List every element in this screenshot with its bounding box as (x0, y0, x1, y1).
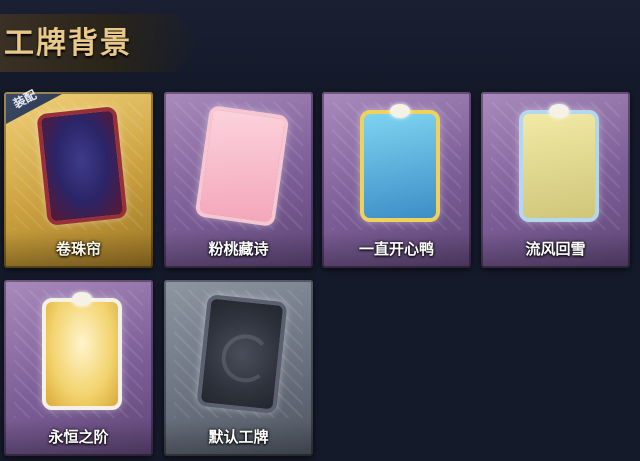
card-liufenghuixue[interactable]: 流风回雪 (481, 92, 630, 268)
wing-top-decoration (72, 292, 92, 306)
duck-head-decoration (390, 104, 410, 118)
card-label: 粉桃藏诗 (208, 240, 269, 258)
card-art-peach (194, 104, 290, 228)
card-fentaocangshi[interactable]: 粉桃藏诗 (164, 92, 313, 268)
card-juanzhulian[interactable]: 装配 卷珠帘 (4, 87, 153, 268)
card-yizhikaixinya[interactable]: 一直开心鸭 (322, 92, 471, 268)
card-label: 卷珠帘 (55, 240, 101, 258)
card-art-default (196, 294, 288, 414)
card-art-duck (360, 104, 440, 222)
card-art-snow (519, 104, 599, 222)
card-label: 流风回雪 (525, 240, 586, 258)
card-morengongpai[interactable]: 默认工牌 (164, 280, 313, 456)
card-label: 一直开心鸭 (358, 240, 434, 258)
snow-top-decoration (549, 104, 569, 118)
page-title: 工牌背景 (4, 26, 132, 61)
card-art-eternal (42, 292, 122, 410)
header: 工牌背景 (0, 0, 640, 82)
card-label: 永恒之阶 (48, 428, 109, 446)
card-yonghengzhijie[interactable]: 永恒之阶 (4, 280, 153, 456)
swirl-icon (219, 332, 272, 385)
card-art-curtain (36, 106, 128, 226)
card-label: 默认工牌 (208, 428, 269, 446)
